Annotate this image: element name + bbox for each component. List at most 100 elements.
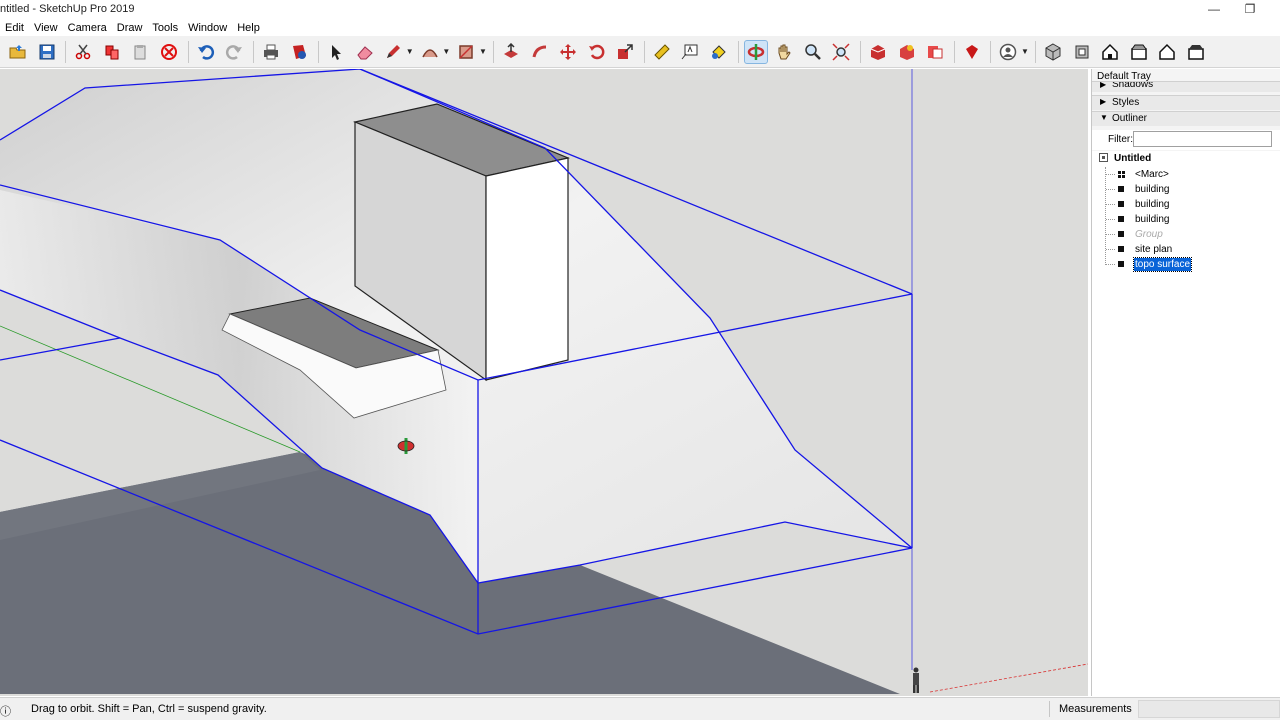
menu-camera[interactable]: Camera [63,21,112,35]
pencil-dropdown[interactable]: ▼ [406,40,414,64]
tray-section-label: Styles [1112,97,1140,108]
status-bar: ⓘ Drag to orbit. Shift = Pan, Ctrl = sus… [0,697,1280,720]
group-icon [1118,261,1124,267]
move-icon[interactable] [556,40,580,64]
toolbar-separator [737,40,739,63]
arc-icon[interactable] [418,40,442,64]
model-viewport[interactable] [0,69,1088,696]
save-icon[interactable] [35,40,59,64]
menu-help[interactable]: Help [232,21,265,35]
title-bar: ntitled - SketchUp Pro 2019 — ❐ [0,0,1280,20]
text-icon[interactable] [678,40,702,64]
outliner-item-label: building [1135,213,1170,225]
toolbar-separator [317,40,319,63]
select-icon[interactable] [324,40,348,64]
outliner-item-building-2[interactable]: building [1106,197,1170,211]
group-icon [1118,201,1124,207]
toolbar-separator [643,40,645,63]
front-view-icon[interactable] [1098,40,1122,64]
zoom-extents-icon[interactable] [829,40,853,64]
left-view-icon[interactable] [1184,40,1208,64]
outliner-item-label: Group [1135,228,1163,240]
toolbar-separator [1035,40,1036,63]
restore-button[interactable]: ❐ [1230,0,1270,20]
extension-warehouse-icon[interactable] [895,40,919,64]
redo-icon[interactable] [222,40,246,64]
toolbar-separator [252,40,254,63]
menu-edit[interactable]: Edit [0,21,29,35]
iso-view-icon[interactable] [1041,40,1065,64]
default-tray: Default Tray ▶ Shadows ▶ Styles ▼ Outlin… [1091,69,1280,696]
model-info-icon[interactable] [287,40,311,64]
outliner-filter-row: Filter: [1092,130,1280,150]
toolbar-separator [65,40,67,63]
filter-input[interactable] [1133,131,1272,147]
rectangle-icon[interactable] [454,40,478,64]
measurements-input[interactable] [1138,700,1280,718]
menu-view[interactable]: View [29,21,63,35]
outliner-item-group-hidden[interactable]: Group [1106,227,1164,241]
outliner-root-label: Untitled [1114,153,1152,164]
group-icon [1118,216,1124,222]
info-icon[interactable]: ⓘ [0,703,11,719]
tray-section-shadows[interactable]: ▶ Shadows [1092,81,1280,92]
tape-measure-icon[interactable] [650,40,674,64]
outliner-tree: Untitled <Marc> building building buildi… [1092,151,1280,696]
open-icon[interactable] [6,40,30,64]
menu-tools[interactable]: Tools [147,21,183,35]
minimize-button[interactable]: — [1194,0,1234,20]
erase-selection-icon[interactable] [157,40,181,64]
toolbar-separator [953,40,955,63]
status-separator [1049,701,1050,717]
tray-section-outliner[interactable]: ▼ Outliner [1092,111,1280,126]
toolbar-separator [187,40,189,63]
outliner-item-site-plan[interactable]: site plan [1106,242,1173,256]
outliner-item-topo-surface[interactable]: topo surface [1106,256,1193,272]
back-view-icon[interactable] [1155,40,1179,64]
outliner-item-label: <Marc> [1135,168,1169,180]
copy-icon[interactable] [100,40,124,64]
rectangle-dropdown[interactable]: ▼ [479,40,487,64]
paste-icon[interactable] [128,40,152,64]
toolbar-separator [990,40,992,63]
ruby-console-icon[interactable] [960,40,984,64]
menu-window[interactable]: Window [183,21,232,35]
outliner-item-building-1[interactable]: building [1106,182,1170,196]
top-view-icon[interactable] [1070,40,1094,64]
outliner-item-label: building [1135,198,1170,210]
scene-canvas[interactable] [0,69,1088,696]
measurements-label: Measurements [1059,703,1132,715]
right-view-icon[interactable] [1127,40,1151,64]
filter-label: Filter: [1108,134,1133,145]
account-dropdown[interactable]: ▼ [1021,40,1029,64]
warehouse-icon[interactable] [866,40,890,64]
push-pull-icon[interactable] [499,40,523,64]
scale-icon[interactable] [613,40,637,64]
account-icon[interactable] [996,40,1020,64]
zoom-icon[interactable] [801,40,825,64]
tray-section-label: Outliner [1112,113,1148,124]
follow-me-icon[interactable] [528,40,552,64]
tray-section-label: Shadows [1112,81,1154,90]
pencil-icon[interactable] [381,40,405,64]
main-toolbar: ▼ ▼ ▼ ▼ [0,36,1280,68]
print-icon[interactable] [259,40,283,64]
paint-bucket-icon[interactable] [707,40,731,64]
orbit-icon[interactable] [743,39,768,64]
status-hint: Drag to orbit. Shift = Pan, Ctrl = suspe… [31,703,267,715]
expand-arrow-icon: ▶ [1100,81,1107,89]
tray-section-styles[interactable]: ▶ Styles [1092,95,1280,110]
menu-draw[interactable]: Draw [112,21,148,35]
undo-icon[interactable] [194,40,218,64]
outliner-item-marc[interactable]: <Marc> [1106,167,1170,181]
cut-icon[interactable] [71,40,95,64]
send-to-layout-icon[interactable] [923,40,947,64]
toolbar-separator [860,40,862,63]
arc-dropdown[interactable]: ▼ [442,40,450,64]
pan-icon[interactable] [772,40,796,64]
component-icon [1118,170,1125,178]
outliner-item-building-3[interactable]: building [1106,212,1170,226]
outliner-root[interactable]: Untitled [1099,153,1151,167]
rotate-icon[interactable] [585,40,609,64]
eraser-icon[interactable] [353,40,377,64]
